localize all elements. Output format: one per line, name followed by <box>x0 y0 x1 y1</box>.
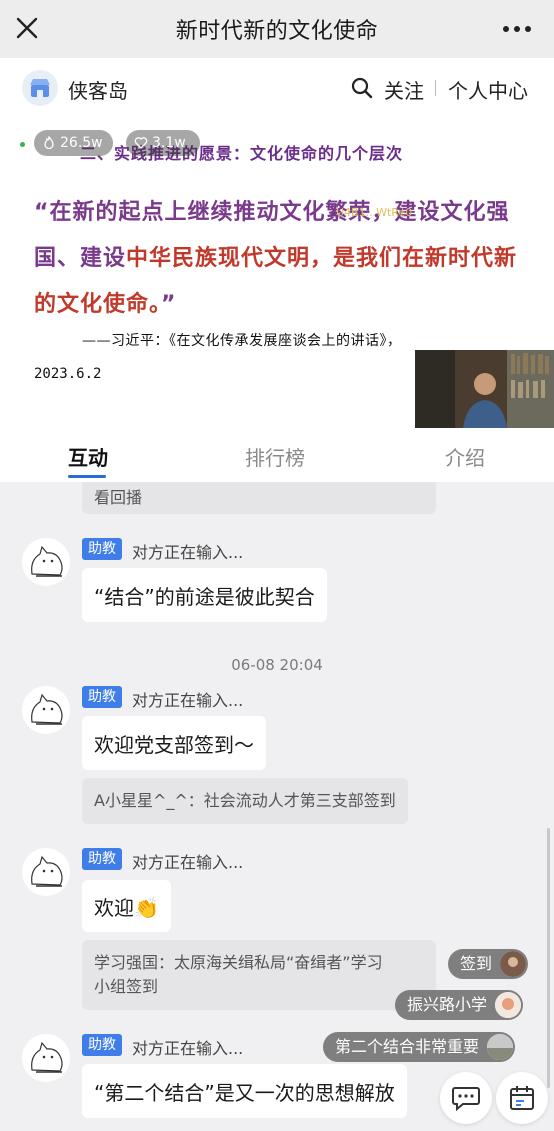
presenter-video[interactable] <box>415 350 554 428</box>
quoted-message[interactable]: 学习强国：太原海关缉私局“奋缉者”学习 小组签到 <box>82 940 436 1010</box>
slide-attribution: ——习近平：《在文化传承发展座谈会上的讲话》， <box>82 333 402 349</box>
assistant-avatar[interactable] <box>22 538 70 586</box>
store-icon <box>30 79 50 97</box>
channel-logo[interactable] <box>22 70 58 106</box>
calendar-button[interactable] <box>496 1072 548 1124</box>
like-icon <box>134 137 148 149</box>
channel-name[interactable]: 侠客岛 <box>68 75 128 104</box>
views-count: 26.5w <box>60 135 103 151</box>
likes-pill: 3.1w <box>126 130 200 156</box>
slide-quote: “在新的起点上继续推动文化繁荣，建设文化强国、建设中华民族现代文明，是我们在新时… <box>34 190 524 328</box>
fire-icon <box>44 136 54 150</box>
views-pill: 26.5w <box>34 130 113 156</box>
live-dot <box>20 142 25 147</box>
floating-comment[interactable]: 振兴路小学 <box>395 990 524 1020</box>
assistant-avatar[interactable] <box>22 686 70 734</box>
floating-comment-text: 第二个结合非常重要 <box>335 1037 480 1056</box>
user-avatar <box>487 1034 514 1060</box>
replay-message[interactable]: 看回播 <box>82 482 436 514</box>
chat-stream[interactable]: 看回播 助教 对方正在输入... “结合”的前途是彼此契合 06-08 20:0… <box>0 482 554 1131</box>
cat-avatar-icon <box>31 1041 63 1073</box>
floating-comment-text: 振兴路小学 <box>407 995 488 1014</box>
user-photo-icon <box>500 951 527 977</box>
message-text: “第二个结合”是又一次的思想解放 <box>94 1080 395 1105</box>
title-bar: 新时代新的文化使命 <box>0 0 554 58</box>
cat-avatar-icon <box>31 693 63 725</box>
divider <box>435 80 436 96</box>
presenter-image <box>415 350 554 428</box>
more-icon[interactable] <box>502 25 532 33</box>
typing-status: 对方正在输入... <box>132 691 244 710</box>
assistant-badge: 助教 <box>82 538 122 560</box>
user-photo-icon <box>495 992 522 1018</box>
cat-avatar-icon <box>31 855 63 887</box>
close-icon[interactable] <box>14 15 40 41</box>
message-text: 欢迎党支部签到～ <box>94 732 254 757</box>
message-text: “结合”的前途是彼此契合 <box>94 584 315 609</box>
calendar-icon <box>510 1086 534 1110</box>
search-icon[interactable] <box>350 76 374 100</box>
chat-timestamp: 06-08 20:04 <box>231 656 323 674</box>
active-tab-indicator <box>68 475 106 478</box>
assistant-badge: 助教 <box>82 848 122 870</box>
chat-bubble-icon <box>452 1087 480 1112</box>
user-avatar <box>500 951 527 977</box>
personal-center-link[interactable]: 个人中心 <box>448 75 528 104</box>
quoted-text: A小星星^_^：社会流动人才第三支部签到 <box>94 791 396 810</box>
chat-message[interactable]: 欢迎👏 <box>82 880 171 932</box>
quote-part-3: ” <box>161 292 177 317</box>
replay-text: 看回播 <box>94 488 143 507</box>
watermark: U4B1...WtRe0 <box>336 206 413 219</box>
tab-intro[interactable]: 介绍 <box>445 442 485 471</box>
floating-comment-text: 签到 <box>460 954 493 973</box>
chat-message[interactable]: “结合”的前途是彼此契合 <box>82 568 327 622</box>
chat-message[interactable]: “第二个结合”是又一次的思想解放 <box>82 1064 407 1118</box>
tab-bar: 互动 排行榜 介绍 <box>0 428 554 482</box>
quoted-text-line-1: 学习强国：太原海关缉私局“奋缉者”学习 <box>94 953 383 972</box>
live-video[interactable]: 二、实践推进的愿景：文化使命的几个层次 26.5w 3.1w “在新的起点上继续… <box>0 118 554 428</box>
likes-count: 3.1w <box>152 135 186 151</box>
tab-ranking[interactable]: 排行榜 <box>245 442 305 471</box>
message-text: 欢迎👏 <box>94 895 159 920</box>
quoted-text-line-2: 小组签到 <box>94 977 159 996</box>
user-photo-icon <box>487 1034 514 1060</box>
typing-status: 对方正在输入... <box>132 853 244 872</box>
assistant-badge: 助教 <box>82 1034 122 1056</box>
follow-button[interactable]: 关注 <box>384 75 424 104</box>
typing-status: 对方正在输入... <box>132 1039 244 1058</box>
cat-avatar-icon <box>31 545 63 577</box>
assistant-avatar[interactable] <box>22 848 70 896</box>
comment-button[interactable] <box>440 1072 492 1124</box>
channel-header: 侠客岛 关注 个人中心 <box>0 58 554 118</box>
quoted-message[interactable]: A小星星^_^：社会流动人才第三支部签到 <box>82 778 408 824</box>
tab-interaction[interactable]: 互动 <box>68 442 108 471</box>
typing-status: 对方正在输入... <box>132 543 244 562</box>
window-title: 新时代新的文化使命 <box>175 19 379 44</box>
floating-comment[interactable]: 第二个结合非常重要 <box>323 1032 516 1062</box>
floating-comment[interactable]: 签到 <box>448 949 529 979</box>
chat-message[interactable]: 欢迎党支部签到～ <box>82 716 266 770</box>
assistant-avatar[interactable] <box>22 1034 70 1082</box>
assistant-badge: 助教 <box>82 686 122 708</box>
chat-scrollbar[interactable] <box>547 828 550 1088</box>
slide-date: 2023.6.2 <box>34 366 102 382</box>
user-avatar <box>495 992 522 1018</box>
